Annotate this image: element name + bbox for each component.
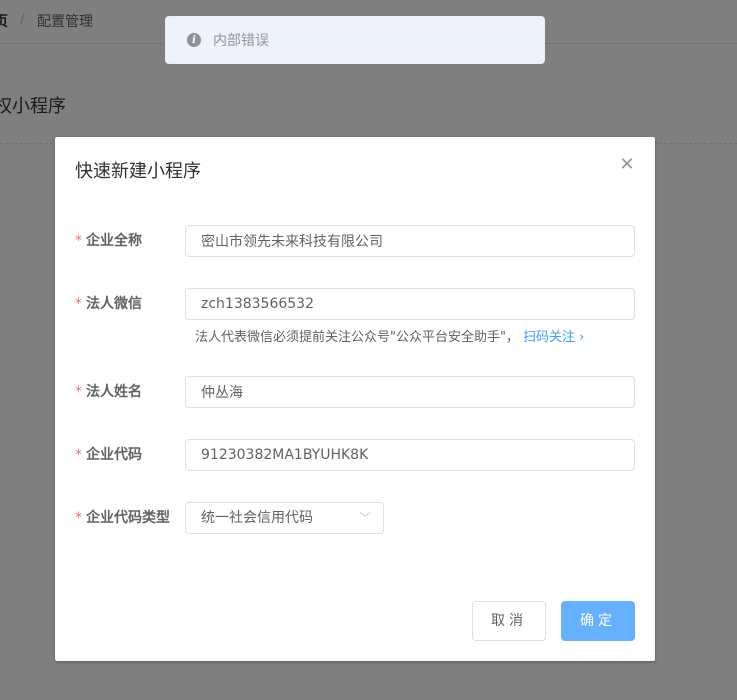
company-code-input[interactable] — [185, 439, 635, 471]
required-mark: * — [75, 447, 82, 463]
required-mark: * — [75, 384, 82, 400]
company-name-label: * 企业全称 — [75, 233, 142, 249]
error-message-toast: i 内部错误 — [165, 16, 545, 64]
required-mark: * — [75, 296, 82, 312]
scan-follow-link[interactable]: 扫码关注 › — [523, 330, 584, 345]
confirm-button[interactable]: 确定 — [561, 601, 635, 641]
company-code-label: * 企业代码 — [75, 447, 142, 463]
wechat-hint: 法人代表微信必须提前关注公众号"公众平台安全助手"， 扫码关注 › — [195, 326, 584, 345]
dialog-title: 快速新建小程序 — [75, 161, 201, 182]
hint-text: 法人代表微信必须提前关注公众号"公众平台安全助手"， — [195, 330, 519, 345]
code-type-select[interactable]: 统一社会信用代码 ﹀ — [185, 502, 384, 534]
code-type-label: * 企业代码类型 — [75, 510, 170, 526]
legal-wechat-label: * 法人微信 — [75, 296, 142, 312]
company-name-input[interactable] — [185, 225, 635, 257]
legal-wechat-input[interactable] — [185, 288, 635, 320]
code-type-selected-value: 统一社会信用代码 — [201, 510, 313, 526]
chevron-right-icon: › — [579, 330, 585, 345]
cancel-button[interactable]: 取消 — [472, 601, 546, 641]
toast-message: 内部错误 — [213, 33, 269, 49]
close-icon[interactable]: ✕ — [619, 156, 635, 174]
legal-name-label: * 法人姓名 — [75, 384, 142, 400]
quick-create-dialog: 快速新建小程序 ✕ *企业全称 *法人微信 法人代表微信必须提前关注公众号"公众… — [55, 137, 655, 661]
required-mark: * — [75, 510, 82, 526]
chevron-down-icon: ﹀ — [358, 511, 371, 525]
required-mark: * — [75, 233, 82, 249]
info-icon: i — [187, 33, 201, 47]
legal-name-input[interactable] — [185, 376, 635, 408]
